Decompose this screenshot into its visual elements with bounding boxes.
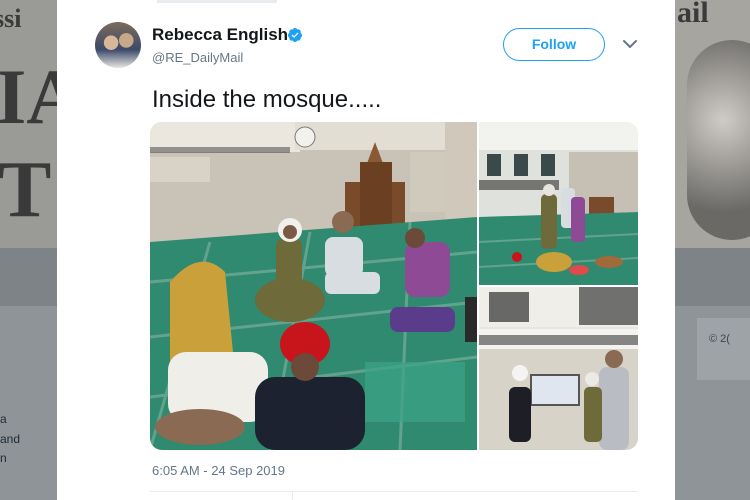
photo-bottom-right[interactable] (479, 287, 638, 450)
background-text-snippet: a (0, 412, 7, 426)
background-text-snippet: and (0, 432, 21, 446)
tweet-media-grid (150, 122, 638, 450)
author-avatar[interactable] (95, 22, 141, 68)
background-right-panel: ail © 2( (675, 0, 750, 500)
author-handle[interactable]: @RE_DailyMail (152, 50, 243, 65)
background-text-snippet: n (0, 451, 7, 465)
background-left-panel: ssi IA T a and n (0, 0, 57, 500)
follow-button[interactable]: Follow (503, 28, 605, 61)
chevron-down-icon[interactable] (622, 38, 638, 50)
background-newspaper-image: ssi IA T (0, 0, 57, 248)
photo-main[interactable] (150, 122, 477, 450)
verified-badge-icon (288, 28, 302, 42)
tweet-text: Inside the mosque..... (152, 86, 382, 113)
author-name[interactable]: Rebecca English (152, 25, 288, 45)
tweet-divider (150, 491, 638, 492)
tweet-timestamp[interactable]: 6:05 AM - 24 Sep 2019 (152, 463, 285, 478)
photo-top-right[interactable] (479, 122, 638, 285)
background-newspaper-image: ail (675, 0, 750, 248)
background-copyright-snippet: © 2( (709, 333, 730, 345)
